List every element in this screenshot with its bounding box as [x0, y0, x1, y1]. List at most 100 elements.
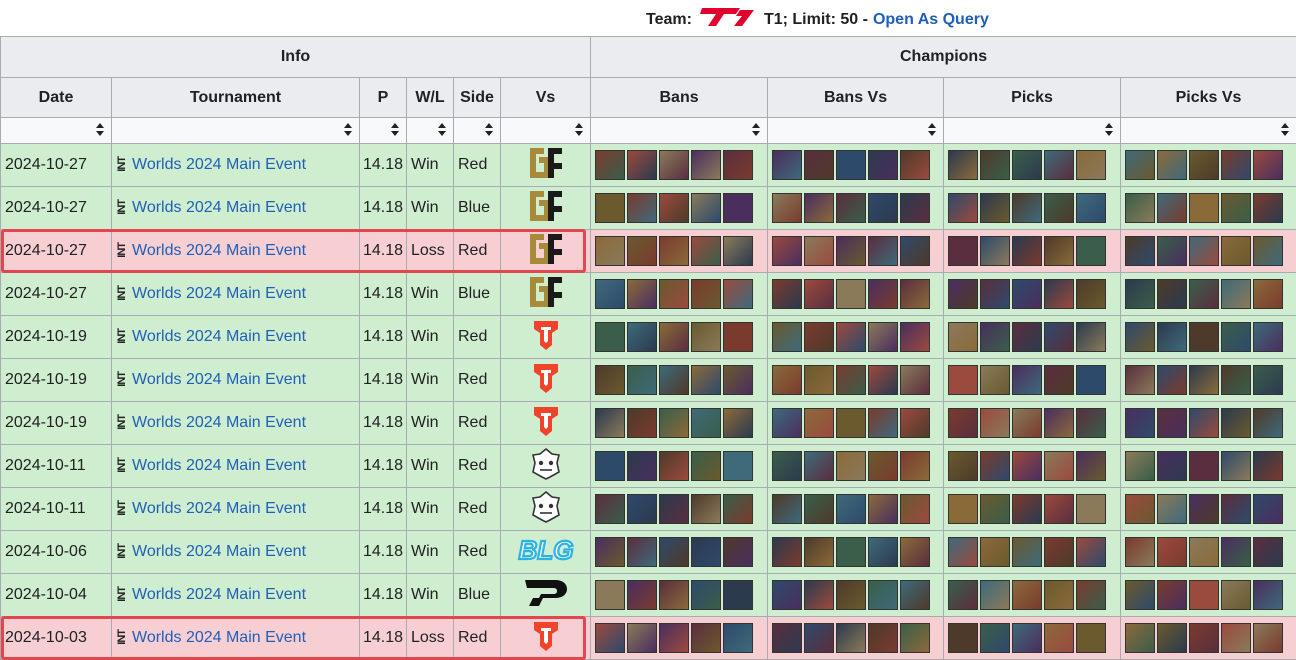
- champion-icon[interactable]: [948, 150, 978, 180]
- champion-icon[interactable]: [900, 451, 930, 481]
- champion-icon[interactable]: [1157, 623, 1187, 653]
- champion-icon[interactable]: [900, 623, 930, 653]
- champion-icon[interactable]: [1221, 408, 1251, 438]
- champion-icon[interactable]: [772, 580, 802, 610]
- tournament-link[interactable]: Worlds 2024 Main Event: [132, 156, 306, 173]
- champion-icon[interactable]: [1221, 365, 1251, 395]
- champion-icon[interactable]: [1012, 408, 1042, 438]
- champion-icon[interactable]: [691, 150, 721, 180]
- champion-icon[interactable]: [595, 365, 625, 395]
- champion-icon[interactable]: [1125, 494, 1155, 524]
- champion-icon[interactable]: [1189, 150, 1219, 180]
- champion-icon[interactable]: [868, 623, 898, 653]
- champion-icon[interactable]: [1189, 494, 1219, 524]
- champion-icon[interactable]: [627, 494, 657, 524]
- champion-icon[interactable]: [1157, 537, 1187, 567]
- champion-icon[interactable]: [723, 236, 753, 266]
- champion-icon[interactable]: [723, 193, 753, 223]
- champion-icon[interactable]: [723, 150, 753, 180]
- sort-vs-button[interactable]: [501, 118, 591, 144]
- champion-icon[interactable]: [595, 236, 625, 266]
- champion-icon[interactable]: [804, 322, 834, 352]
- champion-icon[interactable]: [900, 322, 930, 352]
- champion-icon[interactable]: [868, 580, 898, 610]
- champion-icon[interactable]: [836, 408, 866, 438]
- champion-icon[interactable]: [1157, 365, 1187, 395]
- champion-icon[interactable]: [659, 322, 689, 352]
- champion-icon[interactable]: [804, 623, 834, 653]
- champion-icon[interactable]: [723, 279, 753, 309]
- champion-icon[interactable]: [1044, 580, 1074, 610]
- champion-icon[interactable]: [723, 580, 753, 610]
- tournament-link[interactable]: Worlds 2024 Main Event: [132, 285, 306, 302]
- champion-icon[interactable]: [948, 408, 978, 438]
- patch-link[interactable]: 14.18: [360, 359, 407, 402]
- champion-icon[interactable]: [1189, 537, 1219, 567]
- champion-icon[interactable]: [1012, 279, 1042, 309]
- champion-icon[interactable]: [948, 365, 978, 395]
- tournament-link[interactable]: Worlds 2024 Main Event: [132, 457, 306, 474]
- patch-link[interactable]: 14.18: [360, 230, 407, 273]
- champion-icon[interactable]: [1189, 236, 1219, 266]
- champion-icon[interactable]: [1076, 494, 1106, 524]
- champion-icon[interactable]: [691, 451, 721, 481]
- champion-icon[interactable]: [691, 193, 721, 223]
- champion-icon[interactable]: [804, 537, 834, 567]
- champion-icon[interactable]: [1044, 537, 1074, 567]
- champion-icon[interactable]: [627, 236, 657, 266]
- champion-icon[interactable]: [836, 322, 866, 352]
- opponent-logo-cell[interactable]: BLG: [501, 531, 591, 574]
- champion-icon[interactable]: [691, 494, 721, 524]
- champion-icon[interactable]: [836, 193, 866, 223]
- champion-icon[interactable]: [772, 537, 802, 567]
- champion-icon[interactable]: [1157, 580, 1187, 610]
- champion-icon[interactable]: [1044, 193, 1074, 223]
- champion-icon[interactable]: [836, 279, 866, 309]
- champion-icon[interactable]: [900, 537, 930, 567]
- champion-icon[interactable]: [659, 279, 689, 309]
- opponent-logo-cell[interactable]: [501, 316, 591, 359]
- champion-icon[interactable]: [948, 322, 978, 352]
- champion-icon[interactable]: [595, 150, 625, 180]
- champion-icon[interactable]: [868, 279, 898, 309]
- champion-icon[interactable]: [980, 322, 1010, 352]
- champion-icon[interactable]: [1157, 193, 1187, 223]
- champion-icon[interactable]: [836, 537, 866, 567]
- champion-icon[interactable]: [1044, 322, 1074, 352]
- champion-icon[interactable]: [1076, 193, 1106, 223]
- champion-icon[interactable]: [1221, 580, 1251, 610]
- champion-icon[interactable]: [1157, 236, 1187, 266]
- champion-icon[interactable]: [900, 408, 930, 438]
- champion-icon[interactable]: [868, 150, 898, 180]
- champion-icon[interactable]: [900, 365, 930, 395]
- sort-result-button[interactable]: [407, 118, 454, 144]
- champion-icon[interactable]: [948, 623, 978, 653]
- champion-icon[interactable]: [868, 451, 898, 481]
- champion-icon[interactable]: [836, 150, 866, 180]
- champion-icon[interactable]: [1076, 451, 1106, 481]
- champion-icon[interactable]: [948, 580, 978, 610]
- champion-icon[interactable]: [804, 580, 834, 610]
- champion-icon[interactable]: [1221, 623, 1251, 653]
- champion-icon[interactable]: [868, 365, 898, 395]
- champion-icon[interactable]: [772, 365, 802, 395]
- champion-icon[interactable]: [900, 236, 930, 266]
- champion-icon[interactable]: [1125, 451, 1155, 481]
- champion-icon[interactable]: [1125, 322, 1155, 352]
- champion-icon[interactable]: [595, 494, 625, 524]
- champion-icon[interactable]: [1253, 150, 1283, 180]
- champion-icon[interactable]: [948, 236, 978, 266]
- champion-icon[interactable]: [659, 451, 689, 481]
- champion-icon[interactable]: [595, 322, 625, 352]
- tournament-link[interactable]: Worlds 2024 Main Event: [132, 199, 306, 216]
- champion-icon[interactable]: [980, 494, 1010, 524]
- champion-icon[interactable]: [900, 279, 930, 309]
- champion-icon[interactable]: [691, 236, 721, 266]
- champion-icon[interactable]: [1253, 408, 1283, 438]
- champion-icon[interactable]: [1012, 365, 1042, 395]
- champion-icon[interactable]: [691, 580, 721, 610]
- champion-icon[interactable]: [772, 193, 802, 223]
- champion-icon[interactable]: [1253, 279, 1283, 309]
- champion-icon[interactable]: [980, 451, 1010, 481]
- champion-icon[interactable]: [1253, 365, 1283, 395]
